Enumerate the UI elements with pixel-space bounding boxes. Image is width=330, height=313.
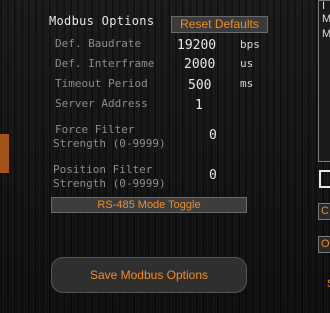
- force-filter-label-line1: Force Filter: [55, 123, 135, 136]
- save-modbus-options-button[interactable]: Save Modbus Options: [51, 257, 247, 293]
- side-button-2[interactable]: O: [318, 236, 330, 253]
- timeout-unit: ms: [240, 77, 254, 90]
- position-filter-value[interactable]: 0: [209, 168, 217, 183]
- baudrate-unit: bps: [240, 38, 260, 51]
- server-address-value[interactable]: 1: [195, 98, 203, 113]
- modbus-options-title: Modbus Options: [49, 14, 155, 28]
- server-address-label: Server Address: [55, 97, 148, 110]
- interframe-label: Def. Interframe: [55, 57, 155, 70]
- side-input-box[interactable]: [319, 170, 330, 188]
- baudrate-label: Def. Baudrate: [55, 37, 142, 50]
- reset-defaults-button[interactable]: Reset Defaults: [171, 16, 268, 33]
- side-button-1[interactable]: C: [318, 203, 330, 220]
- interframe-unit: us: [240, 57, 254, 70]
- baudrate-value[interactable]: 19200: [177, 38, 216, 53]
- force-filter-value[interactable]: 0: [209, 128, 217, 143]
- timeout-label: Timeout Period: [55, 77, 148, 90]
- timeout-value[interactable]: 500: [188, 78, 211, 93]
- rs485-mode-toggle-button[interactable]: RS-485 Mode Toggle: [51, 197, 247, 213]
- side-panel-line-1: I: [322, 0, 326, 12]
- position-filter-label-line2: Strength (0-9999): [53, 177, 166, 190]
- left-accent-tab[interactable]: [0, 134, 9, 173]
- side-panel-line-3: M: [322, 28, 330, 40]
- position-filter-label-line1: Position Filter: [53, 163, 153, 176]
- side-panel-line-2: M: [322, 13, 330, 25]
- interframe-value[interactable]: 2000: [184, 57, 215, 72]
- force-filter-label-line2: Strength (0-9999): [53, 137, 166, 150]
